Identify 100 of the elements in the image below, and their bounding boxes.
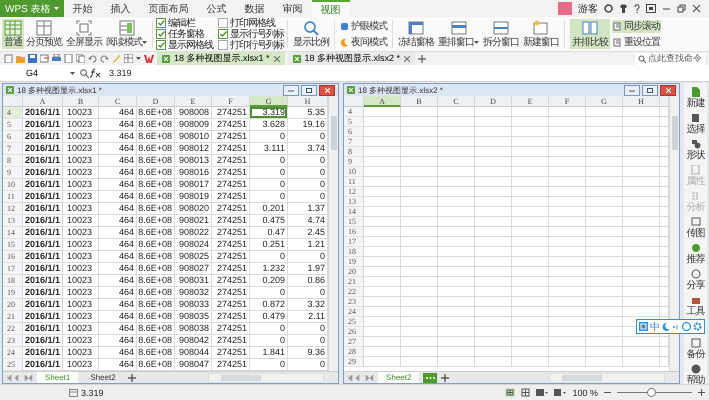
table-cell[interactable] <box>475 267 512 277</box>
print-icon[interactable] <box>52 54 61 63</box>
row-header[interactable]: 18 <box>344 247 364 257</box>
table-cell[interactable]: 8.6E+08 <box>137 275 175 287</box>
menu-tab[interactable]: 插入 <box>102 0 140 17</box>
table-cell[interactable] <box>364 307 402 317</box>
table-cell[interactable] <box>512 327 550 337</box>
row-header[interactable]: 6 <box>3 131 23 143</box>
table-cell[interactable]: 274251 <box>212 203 250 215</box>
menu-tab[interactable]: 公式 <box>198 0 236 17</box>
table-cell[interactable] <box>549 157 586 167</box>
table-cell[interactable]: 908035 <box>175 311 212 323</box>
table-cell[interactable]: 10023 <box>63 287 99 299</box>
row-header[interactable]: 25 <box>344 317 364 327</box>
table-cell[interactable] <box>549 207 586 217</box>
table-cell[interactable] <box>401 217 438 227</box>
table-cell[interactable] <box>438 127 476 137</box>
table-cell[interactable] <box>549 347 586 357</box>
table-cell[interactable] <box>586 197 624 207</box>
table-cell[interactable] <box>475 287 512 297</box>
table-cell[interactable] <box>623 227 660 237</box>
user-name[interactable]: 游客 <box>578 2 598 16</box>
table-cell[interactable] <box>512 357 550 367</box>
table-cell[interactable] <box>438 337 476 347</box>
wps-logo-icon[interactable] <box>144 54 154 63</box>
table-cell[interactable] <box>475 117 512 127</box>
table-cell[interactable] <box>512 247 550 257</box>
sidebar-item[interactable]: 帮助 <box>686 364 705 386</box>
vertical-scrollbar[interactable] <box>669 96 680 371</box>
menu-tab[interactable]: 视图 <box>312 0 350 17</box>
table-cell[interactable]: 0.251 <box>250 239 288 251</box>
table-cell[interactable]: 908021 <box>175 215 212 227</box>
sidebar-item[interactable]: 形状 <box>686 139 705 161</box>
table-cell[interactable]: 10023 <box>63 335 99 347</box>
table-cell[interactable] <box>364 357 402 367</box>
table-cell[interactable] <box>475 307 512 317</box>
table-cell[interactable] <box>401 167 438 177</box>
table-cell[interactable] <box>401 307 438 317</box>
table-cell[interactable] <box>586 307 624 317</box>
table-cell[interactable] <box>586 187 624 197</box>
table-cell[interactable]: 274251 <box>212 119 250 131</box>
view-mode-button[interactable]: 全屏显示 <box>64 19 104 49</box>
table-cell[interactable] <box>475 147 512 157</box>
table-cell[interactable] <box>401 117 438 127</box>
table-cell[interactable]: 0 <box>250 131 288 143</box>
table-cell[interactable]: 274251 <box>212 179 250 191</box>
table-cell[interactable] <box>549 137 586 147</box>
table-cell[interactable] <box>364 297 402 307</box>
settings-icon[interactable] <box>693 322 702 331</box>
table-cell[interactable]: 8.6E+08 <box>137 119 175 131</box>
table-cell[interactable] <box>623 177 660 187</box>
table-cell[interactable]: 10023 <box>63 299 99 311</box>
sheet-tab[interactable]: Sheet2 <box>378 372 420 383</box>
table-cell[interactable] <box>364 317 402 327</box>
table-cell[interactable]: 908020 <box>175 203 212 215</box>
table-cell[interactable]: 908042 <box>175 335 212 347</box>
table-cell[interactable] <box>401 327 438 337</box>
table-cell[interactable] <box>364 267 402 277</box>
table-cell[interactable] <box>512 237 550 247</box>
table-cell[interactable]: 2016/1/1 <box>23 203 63 215</box>
table-cell[interactable]: 908022 <box>175 227 212 239</box>
table-cell[interactable] <box>401 197 438 207</box>
row-header[interactable]: 29 <box>344 357 364 367</box>
row-header[interactable]: 4 <box>3 107 23 119</box>
table-cell[interactable]: 274251 <box>212 167 250 179</box>
table-cell[interactable] <box>401 357 438 367</box>
zoom-out-icon[interactable] <box>604 389 611 396</box>
table-cell[interactable] <box>475 327 512 337</box>
table-cell[interactable] <box>623 307 660 317</box>
table-cell[interactable]: 274251 <box>212 131 250 143</box>
table-cell[interactable] <box>586 327 624 337</box>
table-cell[interactable]: 10023 <box>63 347 99 359</box>
view-mode-button[interactable]: 普通 <box>2 19 24 49</box>
close-icon[interactable] <box>692 4 701 13</box>
row-header[interactable]: 27 <box>344 337 364 347</box>
row-header[interactable]: 22 <box>3 323 23 335</box>
row-header[interactable]: 26 <box>344 327 364 337</box>
table-cell[interactable] <box>438 327 476 337</box>
table-cell[interactable]: 464 <box>99 299 137 311</box>
table-cell[interactable]: 464 <box>99 287 137 299</box>
checkbox[interactable] <box>218 40 228 50</box>
table-cell[interactable] <box>623 277 660 287</box>
table-cell[interactable]: 2016/1/1 <box>23 215 63 227</box>
column-header[interactable]: C <box>438 96 476 107</box>
row-header[interactable]: 19 <box>3 287 23 299</box>
folder-icon[interactable] <box>16 54 25 63</box>
table-cell[interactable] <box>438 307 476 317</box>
table-cell[interactable] <box>438 357 476 367</box>
table-cell[interactable] <box>364 287 402 297</box>
table-cell[interactable] <box>401 227 438 237</box>
table-cell[interactable] <box>401 207 438 217</box>
table-cell[interactable] <box>586 177 624 187</box>
zoom-in-icon[interactable] <box>698 389 705 396</box>
row-header[interactable]: 11 <box>344 177 364 187</box>
table-cell[interactable] <box>438 267 476 277</box>
table-cell[interactable]: 464 <box>99 311 137 323</box>
table-cell[interactable] <box>438 347 476 357</box>
table-cell[interactable] <box>475 347 512 357</box>
close-button[interactable] <box>319 84 336 96</box>
window-button[interactable]: 拆分窗口 <box>481 19 521 49</box>
